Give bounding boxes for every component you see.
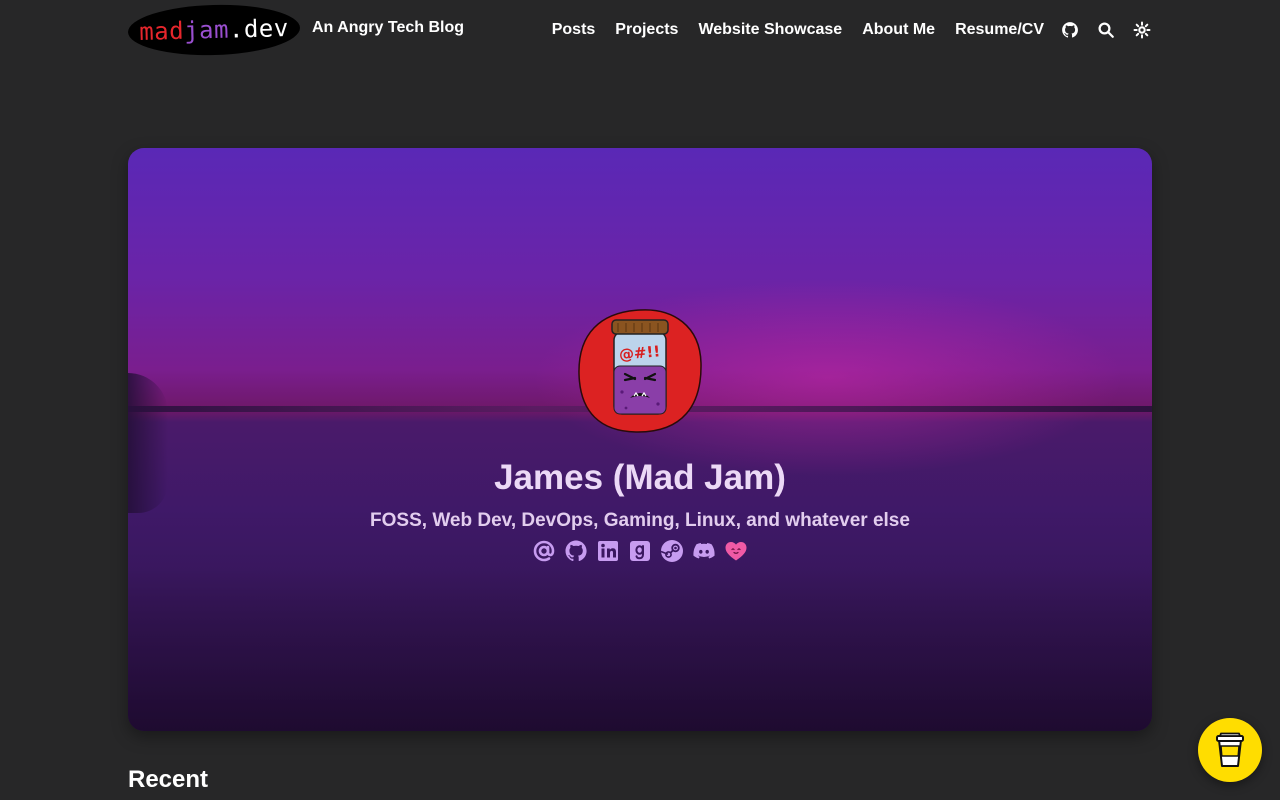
nav-about-me[interactable]: About Me: [862, 21, 935, 39]
site-logo[interactable]: mad jam .dev: [127, 2, 301, 58]
hero-name: James (Mad Jam): [494, 458, 786, 497]
nav-resume-cv[interactable]: Resume/CV: [955, 21, 1044, 39]
search-icon[interactable]: [1096, 20, 1116, 40]
logo-part-jam: jam: [183, 15, 230, 45]
nav-posts[interactable]: Posts: [552, 21, 596, 39]
nav-projects[interactable]: Projects: [615, 21, 678, 39]
angry-jam-jar-avatar: @#!!: [578, 309, 702, 433]
recent-section-title: Recent: [128, 766, 209, 793]
hero-bg-shore: [128, 568, 1152, 731]
theme-toggle-icon[interactable]: [1132, 20, 1152, 40]
hero-banner: @#!! James (Mad Jam) FOSS, Web Dev, DevO…: [128, 148, 1152, 731]
logo-part-dev: .dev: [228, 14, 290, 44]
social-links: [128, 539, 1152, 563]
avatar-text: @#!!: [618, 342, 661, 364]
main-nav: Posts Projects Website Showcase About Me…: [532, 0, 1152, 60]
github-icon[interactable]: [564, 539, 588, 563]
discord-icon[interactable]: [692, 539, 716, 563]
goodreads-icon[interactable]: [628, 539, 652, 563]
steam-icon[interactable]: [660, 539, 684, 563]
heart-icon[interactable]: [724, 539, 748, 563]
nav-website-showcase[interactable]: Website Showcase: [698, 21, 842, 39]
site-header: mad jam .dev An Angry Tech Blog Posts Proj…: [0, 0, 1280, 60]
coffee-cup-icon: [1216, 732, 1244, 767]
linkedin-icon[interactable]: [596, 539, 620, 563]
logo-part-mad: mad: [138, 16, 185, 46]
github-icon[interactable]: [1060, 20, 1080, 40]
hero-subtitle: FOSS, Web Dev, DevOps, Gaming, Linux, an…: [370, 510, 910, 531]
site-tagline: An Angry Tech Blog: [312, 19, 464, 36]
coffee-cup-button[interactable]: [1198, 718, 1262, 782]
email-icon[interactable]: [532, 539, 556, 563]
